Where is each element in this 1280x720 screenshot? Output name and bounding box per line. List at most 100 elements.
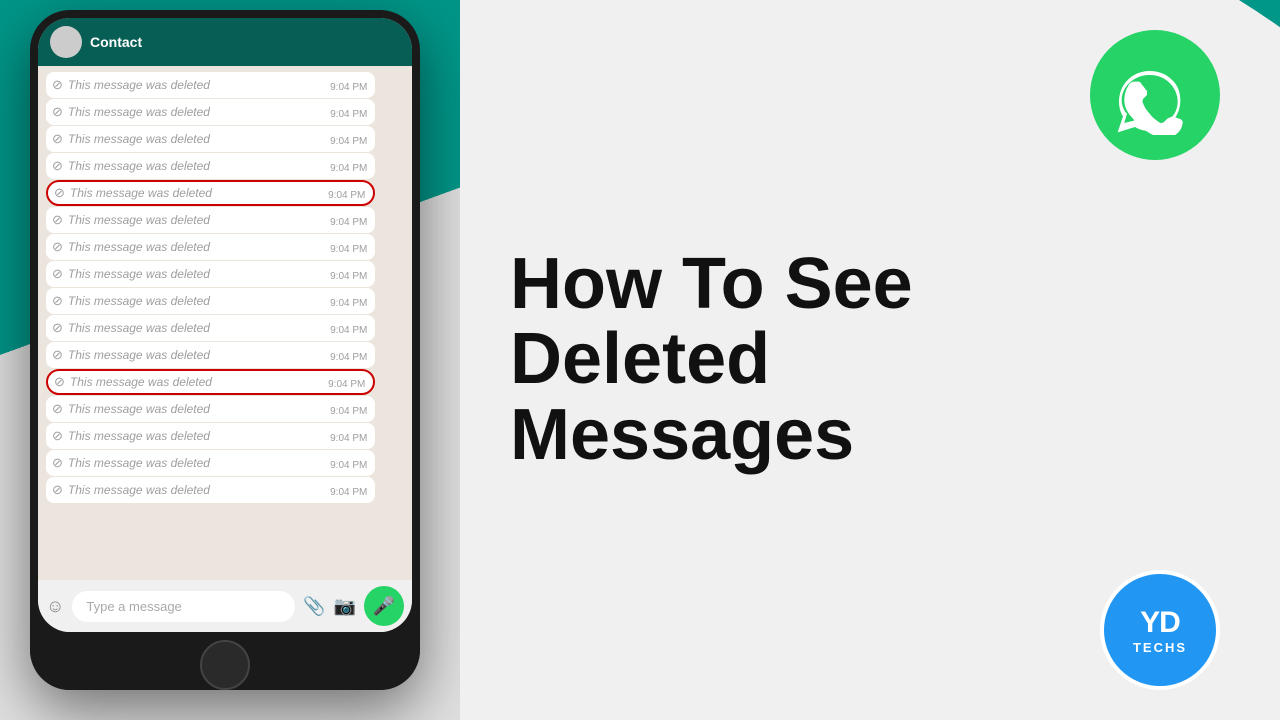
title-line3: Messages bbox=[510, 398, 1230, 474]
chat-messages: ⊘ This message was deleted 9:04 PM ⊘ Thi… bbox=[38, 66, 412, 580]
camera-icon[interactable]: 📷 bbox=[334, 596, 356, 617]
deleted-text: This message was deleted bbox=[68, 294, 210, 308]
deleted-text: This message was deleted bbox=[70, 186, 212, 200]
message-item: ⊘ This message was deleted 9:04 PM bbox=[46, 99, 375, 125]
message-item: ⊘ This message was deleted 9:04 PM bbox=[46, 153, 375, 179]
chat-avatar bbox=[50, 26, 82, 58]
deleted-icon: ⊘ bbox=[52, 401, 63, 417]
deleted-icon: ⊘ bbox=[52, 131, 63, 147]
deleted-text: This message was deleted bbox=[68, 105, 210, 119]
message-time: 9:04 PM bbox=[330, 82, 367, 93]
deleted-icon: ⊘ bbox=[54, 185, 65, 201]
yd-text: YD bbox=[1140, 606, 1180, 640]
deleted-icon: ⊘ bbox=[52, 266, 63, 282]
deleted-text: This message was deleted bbox=[68, 402, 210, 416]
mic-button[interactable]: 🎤 bbox=[364, 586, 404, 626]
message-time: 9:04 PM bbox=[330, 163, 367, 174]
whatsapp-logo bbox=[1090, 30, 1220, 160]
message-item: ⊘ This message was deleted 9:04 PM bbox=[46, 423, 375, 449]
message-time: 9:04 PM bbox=[330, 325, 367, 336]
message-item: ⊘ This message was deleted 9:04 PM bbox=[46, 396, 375, 422]
yd-sub-text: TECHS bbox=[1133, 640, 1187, 655]
message-left: ⊘ This message was deleted bbox=[52, 455, 210, 471]
message-time: 9:04 PM bbox=[328, 379, 365, 390]
chat-name: Contact bbox=[90, 34, 142, 50]
message-item: ⊘ This message was deleted 9:04 PM bbox=[46, 207, 375, 233]
message-left: ⊘ This message was deleted bbox=[52, 158, 210, 174]
page-container: Contact ⊘ This message was deleted 9:04 … bbox=[0, 0, 1280, 720]
deleted-icon: ⊘ bbox=[52, 320, 63, 336]
deleted-icon: ⊘ bbox=[52, 455, 63, 471]
message-time: 9:04 PM bbox=[330, 352, 367, 363]
message-item: ⊘ This message was deleted 9:04 PM bbox=[46, 288, 375, 314]
main-title: How To See Deleted Messages bbox=[510, 247, 1230, 474]
message-time: 9:04 PM bbox=[330, 433, 367, 444]
message-item: ⊘ This message was deleted 9:04 PM bbox=[46, 369, 375, 395]
message-left: ⊘ This message was deleted bbox=[52, 428, 210, 444]
message-item: ⊘ This message was deleted 9:04 PM bbox=[46, 342, 375, 368]
message-item: ⊘ This message was deleted 9:04 PM bbox=[46, 315, 375, 341]
input-placeholder: Type a message bbox=[86, 599, 181, 614]
deleted-icon: ⊘ bbox=[52, 104, 63, 120]
deleted-icon: ⊘ bbox=[52, 347, 63, 363]
attachment-icon[interactable]: 📎 bbox=[303, 596, 325, 617]
emoji-icon[interactable]: ☺ bbox=[46, 596, 64, 617]
message-left: ⊘ This message was deleted bbox=[52, 347, 210, 363]
message-item: ⊘ This message was deleted 9:04 PM bbox=[46, 261, 375, 287]
message-time: 9:04 PM bbox=[330, 406, 367, 417]
deleted-text: This message was deleted bbox=[68, 348, 210, 362]
home-button[interactable] bbox=[200, 640, 250, 690]
yd-circle: YD TECHS bbox=[1100, 570, 1220, 690]
deleted-text: This message was deleted bbox=[68, 240, 210, 254]
phone-home-area bbox=[30, 640, 420, 690]
right-panel: How To See Deleted Messages YD TECHS bbox=[460, 0, 1280, 720]
message-input[interactable]: Type a message bbox=[72, 591, 295, 622]
chat-input-bar: ☺ Type a message 📎 📷 🎤 bbox=[38, 580, 412, 632]
message-left: ⊘ This message was deleted bbox=[54, 374, 212, 390]
message-left: ⊘ This message was deleted bbox=[54, 185, 212, 201]
message-left: ⊘ This message was deleted bbox=[52, 239, 210, 255]
title-line1: How To See bbox=[510, 247, 1230, 323]
message-time: 9:04 PM bbox=[330, 460, 367, 471]
deleted-text: This message was deleted bbox=[68, 321, 210, 335]
message-time: 9:04 PM bbox=[330, 136, 367, 147]
message-left: ⊘ This message was deleted bbox=[52, 104, 210, 120]
message-time: 9:04 PM bbox=[328, 190, 365, 201]
deleted-text: This message was deleted bbox=[70, 375, 212, 389]
deleted-icon: ⊘ bbox=[52, 212, 63, 228]
message-left: ⊘ This message was deleted bbox=[52, 77, 210, 93]
message-left: ⊘ This message was deleted bbox=[52, 482, 210, 498]
message-left: ⊘ This message was deleted bbox=[52, 131, 210, 147]
message-left: ⊘ This message was deleted bbox=[52, 320, 210, 336]
message-time: 9:04 PM bbox=[330, 487, 367, 498]
message-item: ⊘ This message was deleted 9:04 PM bbox=[46, 72, 375, 98]
deleted-icon: ⊘ bbox=[52, 77, 63, 93]
whatsapp-phone-svg bbox=[1115, 55, 1195, 135]
yd-techs-logo: YD TECHS bbox=[1100, 570, 1220, 690]
deleted-icon: ⊘ bbox=[52, 239, 63, 255]
deleted-text: This message was deleted bbox=[68, 213, 210, 227]
message-left: ⊘ This message was deleted bbox=[52, 266, 210, 282]
deleted-text: This message was deleted bbox=[68, 456, 210, 470]
phone-screen: Contact ⊘ This message was deleted 9:04 … bbox=[38, 18, 412, 632]
deleted-icon: ⊘ bbox=[52, 293, 63, 309]
deleted-icon: ⊘ bbox=[52, 158, 63, 174]
deleted-icon: ⊘ bbox=[52, 482, 63, 498]
right-content: How To See Deleted Messages bbox=[510, 247, 1230, 474]
message-item: ⊘ This message was deleted 9:04 PM bbox=[46, 477, 375, 503]
message-left: ⊘ This message was deleted bbox=[52, 212, 210, 228]
phone-mockup: Contact ⊘ This message was deleted 9:04 … bbox=[30, 10, 420, 690]
chat-header: Contact bbox=[38, 18, 412, 66]
deleted-text: This message was deleted bbox=[68, 483, 210, 497]
deleted-text: This message was deleted bbox=[68, 267, 210, 281]
deleted-icon: ⊘ bbox=[54, 374, 65, 390]
message-item: ⊘ This message was deleted 9:04 PM bbox=[46, 180, 375, 206]
message-item: ⊘ This message was deleted 9:04 PM bbox=[46, 126, 375, 152]
title-line2: Deleted bbox=[510, 322, 1230, 398]
deleted-text: This message was deleted bbox=[68, 159, 210, 173]
left-panel: Contact ⊘ This message was deleted 9:04 … bbox=[0, 0, 460, 720]
deleted-text: This message was deleted bbox=[68, 78, 210, 92]
message-time: 9:04 PM bbox=[330, 109, 367, 120]
message-item: ⊘ This message was deleted 9:04 PM bbox=[46, 234, 375, 260]
message-time: 9:04 PM bbox=[330, 271, 367, 282]
